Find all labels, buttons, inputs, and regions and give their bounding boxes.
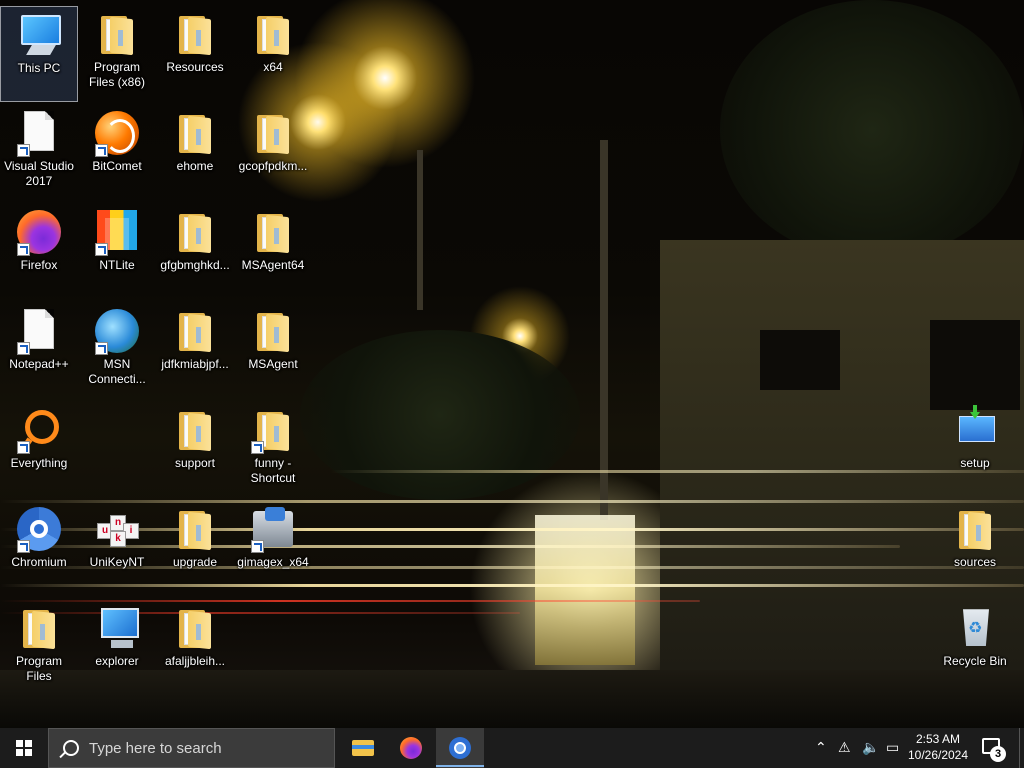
desktop-icon-resources[interactable]: Resources xyxy=(156,6,234,102)
everything-icon xyxy=(15,406,63,454)
folder-icon xyxy=(171,307,219,355)
file-shortcut-icon xyxy=(15,307,63,355)
desktop-icon-msagent64[interactable]: MSAgent64 xyxy=(234,204,312,300)
bitcomet-icon xyxy=(93,109,141,157)
setup-icon xyxy=(951,406,999,454)
search-icon xyxy=(63,740,79,756)
chromium-icon xyxy=(449,737,471,759)
desktop-icon-msn-connection[interactable]: MSN Connecti... xyxy=(78,303,156,399)
desktop-icon-explorer[interactable]: explorer xyxy=(78,600,156,696)
file-explorer-icon xyxy=(352,740,374,756)
desktop-icon-upgrade[interactable]: upgrade xyxy=(156,501,234,597)
desktop-icon-unikeynt[interactable]: unik UniKeyNT xyxy=(78,501,156,597)
desktop-icon-gfgbmghkd[interactable]: gfgbmghkd... xyxy=(156,204,234,300)
chromium-icon xyxy=(15,505,63,553)
desktop-icon-afaljjbleih[interactable]: afaljjbleih... xyxy=(156,600,234,696)
taskbar-clock[interactable]: 2:53 AM 10/26/2024 xyxy=(906,731,970,763)
desktop-icon-this-pc[interactable]: This PC xyxy=(0,6,78,102)
network-icon[interactable]: ▭ xyxy=(886,740,899,756)
desktop-icon-jdfkmiabjpf[interactable]: jdfkmiabjpf... xyxy=(156,303,234,399)
notification-count-badge: 3 xyxy=(990,746,1006,762)
show-hidden-icons-chevron-icon[interactable]: ⌃ xyxy=(815,740,827,756)
start-button[interactable] xyxy=(0,728,48,768)
this-pc-icon xyxy=(15,11,63,59)
active-app-indicator xyxy=(436,765,484,767)
desktop-icon-support[interactable]: support xyxy=(156,402,234,498)
folder-icon xyxy=(171,10,219,58)
taskbar-app-file-explorer[interactable] xyxy=(338,728,386,768)
desktop-icon-sources[interactable]: sources xyxy=(936,501,1014,597)
folder-icon xyxy=(171,604,219,652)
desktop-icon-bitcomet[interactable]: BitComet xyxy=(78,105,156,201)
volume-muted-icon[interactable]: 🔈 xyxy=(862,740,879,756)
taskbar-app-chromium[interactable] xyxy=(436,728,484,768)
desktop-icon-program-files[interactable]: Program Files xyxy=(0,600,78,696)
windows-logo-icon xyxy=(16,740,32,756)
folder-icon xyxy=(171,109,219,157)
desktop-icon-ntlite[interactable]: NTLite xyxy=(78,204,156,300)
desktop-icon-visual-studio[interactable]: Visual Studio 2017 xyxy=(0,105,78,201)
desktop-icon-chromium[interactable]: Chromium xyxy=(0,501,78,597)
clock-time: 2:53 AM xyxy=(915,732,961,746)
msn-icon xyxy=(93,307,141,355)
desktop-icon-gcopfpdkm[interactable]: gcopfpdkm... xyxy=(234,105,312,201)
firefox-icon xyxy=(15,208,63,256)
firefox-icon xyxy=(400,737,422,759)
file-shortcut-icon xyxy=(15,109,63,157)
folder-icon xyxy=(15,604,63,652)
folder-icon xyxy=(249,208,297,256)
folder-icon xyxy=(249,109,297,157)
desktop-icon-funny-shortcut[interactable]: funny - Shortcut xyxy=(234,402,312,498)
desktop-icon-gimagex-x64[interactable]: gimagex_x64 xyxy=(234,501,312,597)
clock-date: 10/26/2024 xyxy=(907,748,969,762)
taskbar: Type here to search ⌃ ⚠ 🔈 ▭ 2:53 AM 10/2… xyxy=(0,728,1024,768)
folder-icon xyxy=(93,10,141,58)
taskbar-search-box[interactable]: Type here to search xyxy=(48,728,335,768)
desktop-icon-setup[interactable]: setup xyxy=(936,402,1014,498)
folder-icon xyxy=(951,505,999,553)
folder-icon xyxy=(171,406,219,454)
desktop-icon-firefox[interactable]: Firefox xyxy=(0,204,78,300)
desktop-icon-recycle-bin[interactable]: Recycle Bin xyxy=(936,600,1014,696)
unikey-icon: unik xyxy=(93,505,141,553)
recycle-bin-icon xyxy=(951,604,999,652)
desktop-icon-ehome[interactable]: ehome xyxy=(156,105,234,201)
taskbar-app-firefox[interactable] xyxy=(387,728,435,768)
gimagex-icon xyxy=(249,505,297,553)
show-desktop-button[interactable] xyxy=(1019,728,1024,768)
folder-icon xyxy=(171,208,219,256)
explorer-icon xyxy=(93,604,141,652)
folder-icon xyxy=(171,505,219,553)
ntlite-icon xyxy=(93,208,141,256)
desktop-icon-x64[interactable]: x64 xyxy=(234,6,312,102)
folder-icon xyxy=(249,307,297,355)
desktop-icon-everything[interactable]: Everything xyxy=(0,402,78,498)
desktop-icon-msagent[interactable]: MSAgent xyxy=(234,303,312,399)
desktop-icon-notepad-plus-plus[interactable]: Notepad++ xyxy=(0,303,78,399)
folder-icon xyxy=(249,10,297,58)
search-placeholder: Type here to search xyxy=(89,740,222,757)
desktop-icon-program-files-x86[interactable]: Program Files (x86) xyxy=(78,6,156,102)
security-warning-icon[interactable]: ⚠ xyxy=(838,740,851,756)
folder-shortcut-icon xyxy=(249,406,297,454)
